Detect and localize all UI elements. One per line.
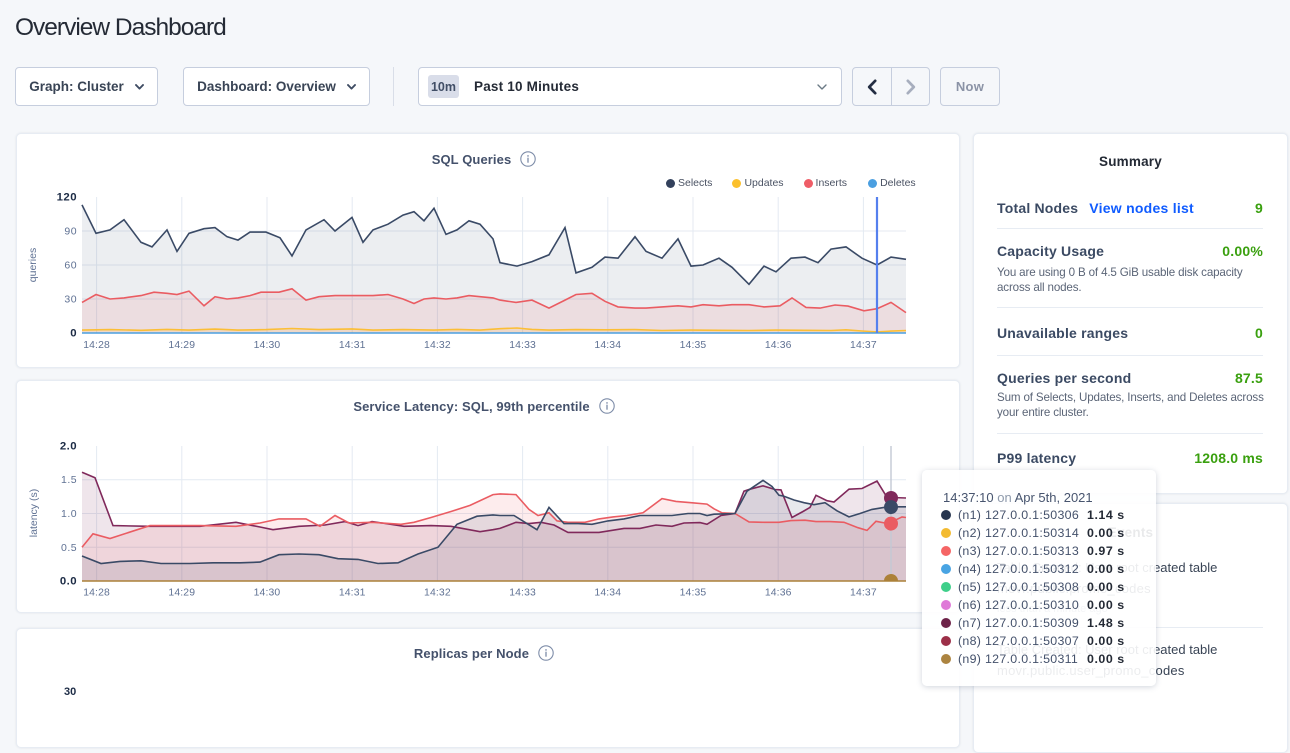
- svg-text:0: 0: [70, 328, 77, 340]
- svg-text:14:37: 14:37: [850, 340, 877, 351]
- svg-text:14:34: 14:34: [594, 588, 621, 599]
- svg-text:14:35: 14:35: [680, 588, 707, 599]
- svg-text:14:28: 14:28: [83, 340, 110, 351]
- svg-text:queries: queries: [27, 248, 39, 282]
- svg-text:14:34: 14:34: [594, 340, 621, 351]
- svg-text:14:31: 14:31: [339, 340, 366, 351]
- svg-text:14:36: 14:36: [765, 588, 792, 599]
- svg-text:14:30: 14:30: [254, 588, 281, 599]
- svg-text:latency (s): latency (s): [28, 489, 40, 537]
- svg-text:0.0: 0.0: [60, 576, 77, 588]
- svg-text:14:32: 14:32: [424, 588, 451, 599]
- svg-text:14:33: 14:33: [509, 340, 536, 351]
- svg-text:0.5: 0.5: [61, 542, 77, 554]
- svg-text:14:28: 14:28: [83, 588, 110, 599]
- svg-text:14:36: 14:36: [765, 340, 792, 351]
- svg-text:14:30: 14:30: [254, 340, 281, 351]
- svg-text:14:35: 14:35: [680, 340, 707, 351]
- svg-text:14:29: 14:29: [168, 340, 195, 351]
- svg-text:14:31: 14:31: [339, 588, 366, 599]
- svg-text:2.0: 2.0: [60, 441, 77, 453]
- svg-text:14:32: 14:32: [424, 340, 451, 351]
- svg-text:1.0: 1.0: [61, 508, 77, 520]
- svg-text:14:37: 14:37: [850, 588, 877, 599]
- svg-text:90: 90: [64, 226, 77, 238]
- svg-text:30: 30: [64, 294, 77, 306]
- svg-text:60: 60: [64, 260, 77, 272]
- svg-text:1.5: 1.5: [61, 474, 77, 486]
- svg-text:120: 120: [57, 192, 77, 204]
- svg-text:14:33: 14:33: [509, 588, 536, 599]
- svg-text:14:29: 14:29: [168, 588, 195, 599]
